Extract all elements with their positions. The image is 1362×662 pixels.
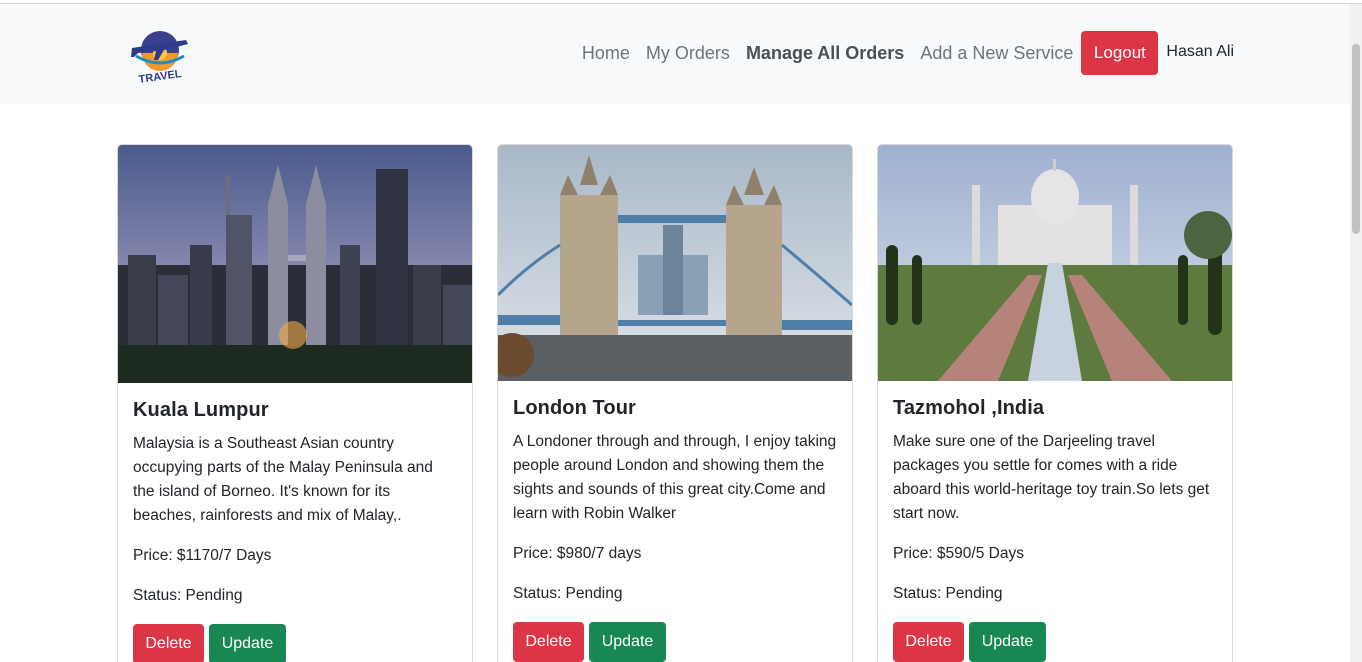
order-card: Tazmohol ,India Make sure one of the Dar… xyxy=(877,144,1233,662)
nav-manage-all-orders[interactable]: Manage All Orders xyxy=(746,43,904,64)
order-description: Make sure one of the Darjeeling travel p… xyxy=(893,433,1210,522)
logout-button[interactable]: Logout xyxy=(1081,31,1159,75)
order-status: Status: Pending xyxy=(513,585,623,602)
order-price: Price: $1170/7 Days xyxy=(133,547,272,564)
delete-button[interactable]: Delete xyxy=(133,624,204,662)
update-button[interactable]: Update xyxy=(209,624,286,662)
order-card: London Tour A Londoner through and throu… xyxy=(497,144,853,662)
nav-links: Home My Orders Manage All Orders Add a N… xyxy=(566,31,1234,75)
london-tower-bridge-image xyxy=(498,145,852,381)
order-price: Price: $980/7 days xyxy=(513,545,642,562)
order-status: Status: Pending xyxy=(893,585,1003,602)
user-name: Hasan Ali xyxy=(1166,43,1234,60)
scrollbar-thumb[interactable] xyxy=(1352,44,1360,234)
svg-text:TRAVEL: TRAVEL xyxy=(138,68,183,84)
taj-mahal-image xyxy=(878,145,1232,381)
order-title: London Tour xyxy=(513,397,636,419)
delete-button[interactable]: Delete xyxy=(893,622,964,662)
vertical-scrollbar[interactable] xyxy=(1350,4,1362,662)
order-description: A Londoner through and through, I enjoy … xyxy=(513,433,837,522)
update-button[interactable]: Update xyxy=(589,622,666,662)
travel-logo[interactable]: TRAVEL xyxy=(128,26,192,86)
order-price: Price: $590/5 Days xyxy=(893,545,1024,562)
card-actions: Delete Update xyxy=(893,622,1217,662)
kuala-lumpur-image xyxy=(118,145,472,383)
delete-button[interactable]: Delete xyxy=(513,622,584,662)
card-body: London Tour A Londoner through and throu… xyxy=(498,381,852,662)
card-body: Kuala Lumpur Malaysia is a Southeast Asi… xyxy=(118,383,472,662)
nav-add-new-service[interactable]: Add a New Service xyxy=(920,43,1073,64)
card-body: Tazmohol ,India Make sure one of the Dar… xyxy=(878,381,1232,662)
order-title: Tazmohol ,India xyxy=(893,397,1045,419)
order-card: Kuala Lumpur Malaysia is a Southeast Asi… xyxy=(117,144,473,662)
update-button[interactable]: Update xyxy=(969,622,1046,662)
nav-my-orders[interactable]: My Orders xyxy=(646,43,730,64)
order-status: Status: Pending xyxy=(133,587,243,604)
order-title: Kuala Lumpur xyxy=(133,399,269,421)
nav-home[interactable]: Home xyxy=(582,43,630,64)
card-actions: Delete Update xyxy=(513,622,837,662)
order-description: Malaysia is a Southeast Asian country oc… xyxy=(133,435,433,524)
card-actions: Delete Update xyxy=(133,624,457,662)
navbar: TRAVEL Home My Orders Manage All Orders … xyxy=(0,4,1350,104)
